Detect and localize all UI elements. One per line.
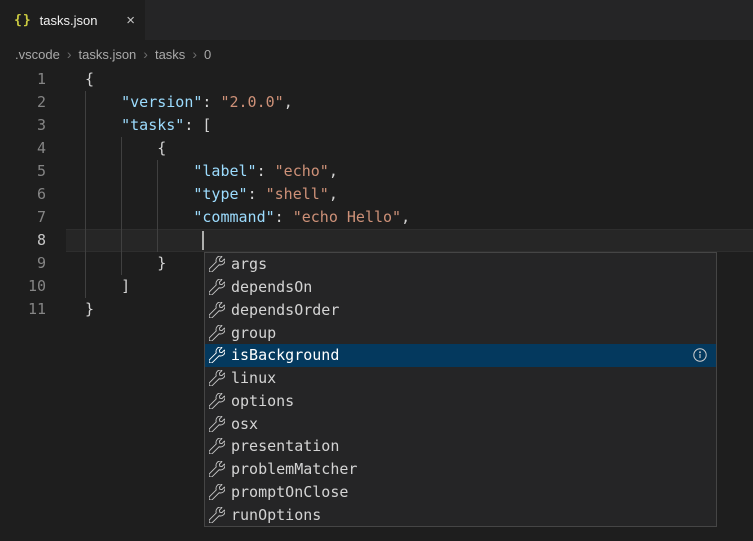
info-icon[interactable] <box>692 347 708 363</box>
line-number: 1 <box>0 68 46 91</box>
suggest-item-osx[interactable]: osx <box>205 412 716 435</box>
property-wrench-icon <box>209 279 225 295</box>
close-icon[interactable]: × <box>126 13 135 28</box>
suggest-label: osx <box>231 415 258 433</box>
code-line[interactable]: 2 "version": "2.0.0", <box>0 91 753 114</box>
suggest-label: options <box>231 392 294 410</box>
code-text: "label": "echo", <box>46 160 338 183</box>
suggest-label: linux <box>231 369 276 387</box>
breadcrumb-item[interactable]: tasks <box>155 47 185 62</box>
suggest-item-group[interactable]: group <box>205 321 716 344</box>
vscode-window: { "tab": { "icon": "{}", "title": "tasks… <box>0 0 753 541</box>
json-icon: {} <box>14 13 32 28</box>
line-number: 9 <box>0 252 46 275</box>
code-text: { <box>46 137 166 160</box>
property-wrench-icon <box>209 438 225 454</box>
suggest-label: presentation <box>231 437 339 455</box>
line-number: 3 <box>0 114 46 137</box>
suggest-label: isBackground <box>231 346 339 364</box>
line-number: 5 <box>0 160 46 183</box>
suggest-item-isBackground[interactable]: isBackground <box>205 344 716 367</box>
suggest-label: promptOnClose <box>231 483 348 501</box>
suggest-item-problemMatcher[interactable]: problemMatcher <box>205 458 716 481</box>
breadcrumb-item[interactable]: 0 <box>204 47 211 62</box>
code-line[interactable]: 4 { <box>0 137 753 160</box>
suggest-label: dependsOrder <box>231 301 339 319</box>
breadcrumb-item[interactable]: .vscode <box>15 47 60 62</box>
property-wrench-icon <box>209 325 225 341</box>
code-text: } <box>46 298 94 321</box>
text-cursor <box>202 231 204 250</box>
code-text: "tasks": [ <box>46 114 211 137</box>
code-text: "version": "2.0.0", <box>46 91 293 114</box>
line-number: 11 <box>0 298 46 321</box>
line-number: 10 <box>0 275 46 298</box>
property-wrench-icon <box>209 416 225 432</box>
code-text: "command": "echo Hello", <box>46 206 410 229</box>
property-wrench-icon <box>209 347 225 363</box>
suggest-item-presentation[interactable]: presentation <box>205 435 716 458</box>
suggest-item-dependsOrder[interactable]: dependsOrder <box>205 299 716 322</box>
suggest-item-dependsOn[interactable]: dependsOn <box>205 276 716 299</box>
suggest-label: group <box>231 324 276 342</box>
property-wrench-icon <box>209 484 225 500</box>
tab-bar: {} tasks.json × <box>0 0 753 40</box>
suggest-item-options[interactable]: options <box>205 390 716 413</box>
suggest-item-runOptions[interactable]: runOptions <box>205 503 716 526</box>
code-line[interactable]: 7 "command": "echo Hello", <box>0 206 753 229</box>
code-text <box>46 229 85 252</box>
property-wrench-icon <box>209 507 225 523</box>
suggest-widget: args dependsOn dependsOrder group isBackgrou… <box>204 252 717 527</box>
property-wrench-icon <box>209 256 225 272</box>
code-line[interactable]: 5 "label": "echo", <box>0 160 753 183</box>
property-wrench-icon <box>209 393 225 409</box>
breadcrumb-item[interactable]: tasks.json <box>78 47 136 62</box>
code-line[interactable]: 8 <box>0 229 753 252</box>
chevron-right-icon: › <box>67 47 72 61</box>
code-line[interactable]: 1{ <box>0 68 753 91</box>
line-number: 8 <box>0 229 46 252</box>
code-line[interactable]: 6 "type": "shell", <box>0 183 753 206</box>
tab-title: tasks.json <box>40 13 98 28</box>
chevron-right-icon: › <box>143 47 148 61</box>
code-text: { <box>46 68 94 91</box>
line-number: 2 <box>0 91 46 114</box>
suggest-label: runOptions <box>231 506 321 524</box>
line-number: 6 <box>0 183 46 206</box>
tab-tasks-json[interactable]: {} tasks.json × <box>0 0 145 40</box>
code-text: "type": "shell", <box>46 183 338 206</box>
suggest-label: args <box>231 255 267 273</box>
breadcrumb: .vscode › tasks.json › tasks › 0 <box>0 40 753 68</box>
code-line[interactable]: 3 "tasks": [ <box>0 114 753 137</box>
property-wrench-icon <box>209 461 225 477</box>
line-number: 7 <box>0 206 46 229</box>
property-wrench-icon <box>209 370 225 386</box>
suggest-label: dependsOn <box>231 278 312 296</box>
property-wrench-icon <box>209 302 225 318</box>
code-text: } <box>46 252 166 275</box>
suggest-item-promptOnClose[interactable]: promptOnClose <box>205 481 716 504</box>
line-number: 4 <box>0 137 46 160</box>
suggest-label: problemMatcher <box>231 460 357 478</box>
suggest-item-args[interactable]: args <box>205 253 716 276</box>
code-text: ] <box>46 275 130 298</box>
suggest-item-linux[interactable]: linux <box>205 367 716 390</box>
chevron-right-icon: › <box>192 47 197 61</box>
